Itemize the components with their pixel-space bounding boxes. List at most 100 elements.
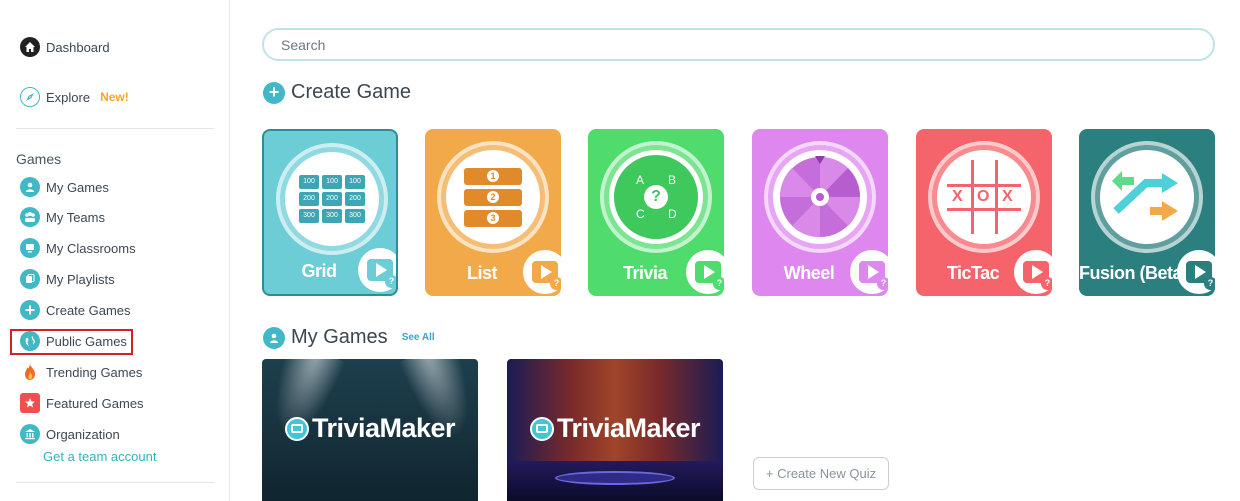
play-button[interactable]: ?: [850, 250, 888, 294]
star-icon: [20, 393, 40, 413]
sidebar: Dashboard Explore New! Games My Games My…: [0, 0, 230, 501]
sidebar-item-label: Create Games: [46, 302, 131, 318]
grid-cell: 200: [299, 192, 319, 206]
play-button[interactable]: ?: [523, 250, 561, 294]
sidebar-item-dashboard[interactable]: Dashboard: [20, 37, 110, 57]
tictac-mark: O: [977, 188, 990, 205]
home-icon: [20, 37, 40, 57]
question-mark-icon: ?: [644, 185, 668, 209]
brand-text: TriviaMaker: [556, 413, 701, 443]
flame-icon: [20, 362, 40, 382]
tictac-mark: X: [1002, 188, 1013, 205]
section-title: My Games: [291, 326, 388, 348]
card-label: TicTac: [946, 263, 1000, 283]
card-label: List: [466, 263, 498, 283]
divider: [16, 482, 214, 483]
sidebar-item-label: My Classrooms: [46, 240, 136, 256]
stage-platform: [555, 471, 675, 485]
sidebar-item-featured-games[interactable]: Featured Games: [20, 393, 144, 413]
grid-cell: 300: [299, 209, 319, 223]
create-new-quiz-button[interactable]: + Create New Quiz: [753, 457, 889, 490]
help-icon: ?: [550, 277, 561, 290]
grid-cell: 200: [322, 192, 342, 206]
create-game-heading: + Create Game: [263, 81, 411, 104]
grid-cell: 100: [322, 175, 342, 189]
sidebar-item-create-games[interactable]: Create Games: [20, 300, 131, 320]
sidebar-item-my-classrooms[interactable]: My Classrooms: [20, 238, 136, 258]
get-team-account-link[interactable]: Get a team account: [43, 449, 156, 464]
play-button[interactable]: ?: [686, 250, 724, 294]
compass-icon: [20, 87, 40, 107]
teams-icon: [20, 207, 40, 227]
sidebar-item-label: Explore: [46, 89, 91, 105]
game-card-grid[interactable]: 100 100 100 200 200 200 300 300 300 Grid…: [262, 129, 398, 296]
section-title: Create Game: [291, 81, 412, 103]
help-icon: ?: [1041, 277, 1052, 290]
quiz-card[interactable]: TriviaMaker: [507, 359, 723, 501]
quiz-card[interactable]: TriviaMaker: [262, 359, 478, 501]
grid-cell: 300: [345, 209, 365, 223]
game-card-tictac[interactable]: X O X TicTac ?: [916, 129, 1052, 296]
tv-icon: [284, 416, 309, 441]
sidebar-item-label: Featured Games: [46, 395, 144, 411]
sidebar-item-explore[interactable]: Explore New!: [20, 87, 129, 107]
sidebar-item-my-playlists[interactable]: My Playlists: [20, 269, 115, 289]
trivia-illustration: A B C D ?: [609, 150, 703, 244]
triviamaker-logo: TriviaMaker: [507, 413, 723, 444]
plus-circle-icon: +: [263, 81, 285, 104]
user-icon: [20, 177, 40, 197]
playlist-icon: [20, 269, 40, 289]
grid-cell: 100: [345, 175, 365, 189]
list-number: 3: [487, 212, 499, 224]
sidebar-item-my-teams[interactable]: My Teams: [20, 207, 105, 227]
user-circle-icon: [263, 326, 285, 349]
tictac-illustration: X O X: [937, 150, 1031, 244]
list-illustration: 1 2 3: [446, 150, 540, 244]
sidebar-item-label: Organization: [46, 426, 120, 442]
game-card-fusion[interactable]: Fusion (Beta) ?: [1079, 129, 1215, 296]
fusion-illustration: [1100, 150, 1194, 244]
trivia-letter: B: [668, 173, 677, 187]
globe-icon: [20, 331, 40, 351]
list-number: 1: [487, 170, 499, 182]
sidebar-item-trending-games[interactable]: Trending Games: [20, 362, 142, 382]
grid-cell: 300: [322, 209, 342, 223]
brand-text: TriviaMaker: [311, 413, 456, 443]
sidebar-item-label: My Teams: [46, 209, 105, 225]
triviamaker-logo: TriviaMaker: [262, 413, 478, 444]
section-title-games: Games: [16, 151, 62, 167]
help-icon: ?: [385, 275, 396, 288]
my-games-heading: My Games See All: [263, 326, 435, 349]
plus-icon: [20, 300, 40, 320]
tictac-mark: X: [952, 188, 963, 205]
help-icon: ?: [877, 277, 888, 290]
classroom-icon: [20, 238, 40, 258]
divider: [16, 128, 214, 129]
sidebar-item-organization[interactable]: Organization: [20, 424, 120, 444]
trivia-letter: C: [636, 207, 645, 221]
sidebar-item-my-games[interactable]: My Games: [20, 177, 109, 197]
card-label: Wheel: [783, 263, 835, 283]
play-button[interactable]: ?: [1014, 250, 1052, 294]
grid-cell: 200: [345, 192, 365, 206]
card-label: Fusion (Beta): [1079, 263, 1187, 283]
tv-icon: [529, 416, 554, 441]
new-badge: New!: [100, 90, 129, 104]
sidebar-item-label: My Playlists: [46, 271, 115, 287]
play-button[interactable]: ?: [358, 248, 396, 292]
see-all-link[interactable]: See All: [402, 332, 435, 343]
game-card-wheel[interactable]: Wheel ?: [752, 129, 888, 296]
building-icon: [20, 424, 40, 444]
play-button[interactable]: ?: [1177, 250, 1215, 294]
sidebar-item-label: Public Games: [46, 333, 127, 349]
wheel-illustration: [773, 150, 867, 244]
sidebar-item-public-games[interactable]: Public Games: [20, 331, 127, 351]
search-input[interactable]: [262, 28, 1215, 61]
sidebar-item-label: My Games: [46, 179, 109, 195]
help-icon: ?: [713, 277, 724, 290]
sidebar-item-label: Dashboard: [46, 39, 110, 55]
game-card-trivia[interactable]: A B C D ? Trivia ?: [588, 129, 724, 296]
card-label: Trivia: [622, 263, 668, 283]
grid-cell: 100: [299, 175, 319, 189]
game-card-list[interactable]: 1 2 3 List ?: [425, 129, 561, 296]
